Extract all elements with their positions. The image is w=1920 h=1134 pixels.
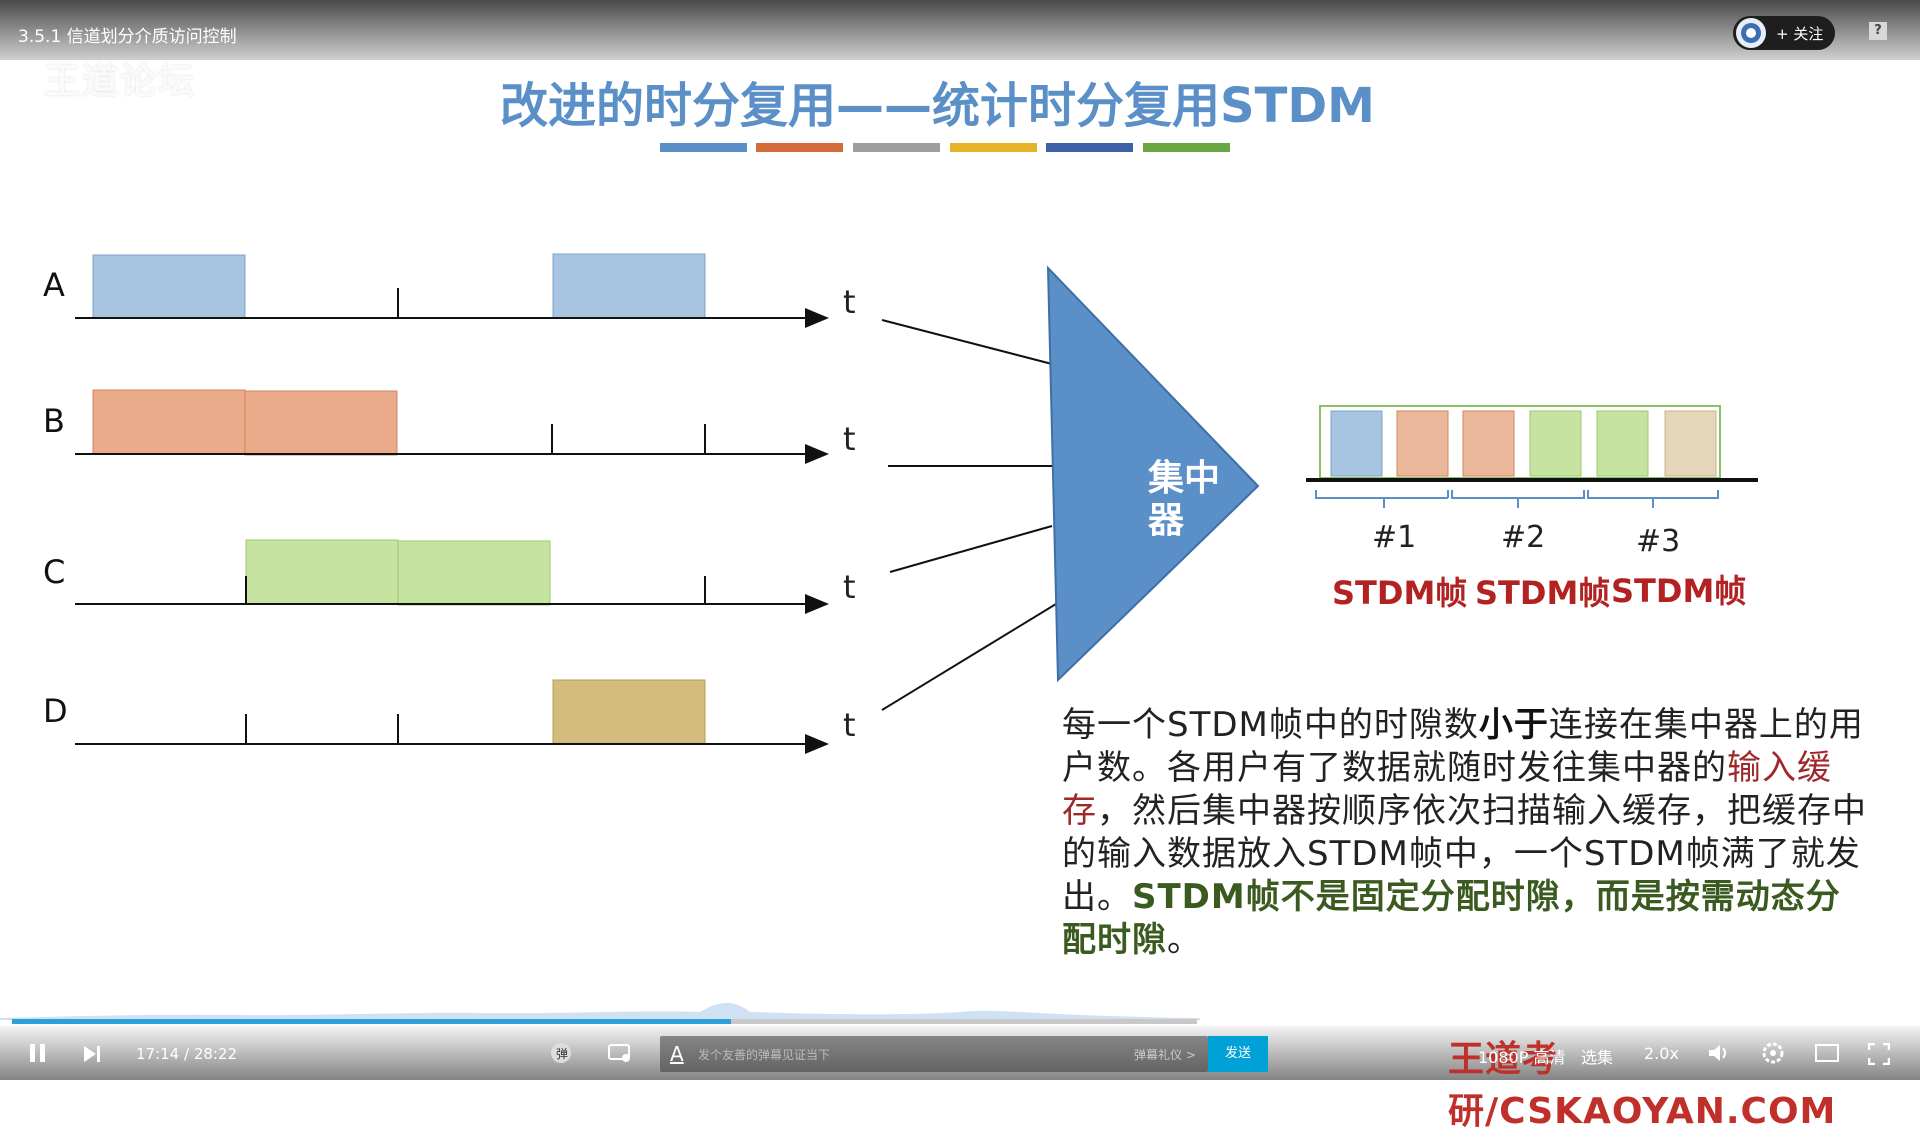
channel-label-a: A <box>43 266 65 304</box>
frame-slot-a <box>1330 410 1383 477</box>
time-separator: / <box>184 1045 194 1063</box>
concentrator-label: 集中 器 <box>1148 458 1228 542</box>
input-line-c <box>889 525 1053 573</box>
stdm-frame-label-1: STDM帧 <box>1332 574 1468 612</box>
slot-label-1: #1 <box>1372 520 1417 555</box>
stdm-frame-label-3: STDM帧 <box>1611 572 1747 610</box>
progress-bar[interactable] <box>12 1019 1197 1024</box>
progress-fill <box>12 1019 732 1024</box>
heat-waveform <box>0 1003 1200 1020</box>
channel-b-block-2 <box>244 390 398 456</box>
brace-2 <box>1451 490 1585 508</box>
input-line-d <box>881 603 1057 711</box>
time-axis-label-b: t <box>843 420 856 458</box>
time-current: 17:14 <box>136 1045 180 1063</box>
channel-a-block-2 <box>552 253 706 319</box>
channel-label-d: D <box>43 692 68 730</box>
channel-c-block-1 <box>245 539 399 605</box>
widescreen-icon[interactable] <box>1815 1043 1839 1067</box>
desc-part-less-than: 小于 <box>1478 705 1549 745</box>
description-paragraph: 每一个STDM帧中的时隙数小于连接在集中器上的用户数。各用户有了数据就随时发往集… <box>1062 704 1870 962</box>
danmaku-toggle-icon[interactable]: 弹 <box>550 1042 572 1068</box>
danmaku-settings-icon[interactable] <box>608 1043 632 1067</box>
frame-slot-d <box>1664 410 1717 477</box>
frame-slot-c1 <box>1529 410 1582 477</box>
channel-a-block-1 <box>92 254 246 319</box>
pause-icon[interactable] <box>28 1043 48 1067</box>
brace-3 <box>1587 490 1719 508</box>
time-axis-label-d: t <box>843 706 856 744</box>
slot-label-2: #2 <box>1501 520 1546 555</box>
brace-1 <box>1315 490 1449 508</box>
time-axis-label-a: t <box>843 283 856 321</box>
fullscreen-icon[interactable] <box>1867 1042 1891 1069</box>
slot-label-3: #3 <box>1636 524 1681 559</box>
channel-label-b: B <box>43 402 65 440</box>
frame-slot-b2 <box>1462 410 1515 477</box>
frame-slot-c2 <box>1596 410 1649 477</box>
frame-slot-b1 <box>1396 410 1449 477</box>
danmaku-input[interactable] <box>696 1042 1060 1068</box>
volume-icon[interactable] <box>1707 1043 1729 1067</box>
next-icon[interactable] <box>82 1045 102 1067</box>
input-line-a <box>881 319 1053 365</box>
channel-c-block-2 <box>397 540 551 606</box>
channel-label-c: C <box>43 553 66 591</box>
danmaku-etiquette-link[interactable]: 弹幕礼仪 > <box>1134 1046 1196 1063</box>
channel-b-block-1 <box>92 389 246 455</box>
time-axis-label-c: t <box>843 568 856 606</box>
desc-part-1: 每一个STDM帧中的时隙数 <box>1062 705 1479 745</box>
send-button[interactable]: 发送 <box>1208 1036 1268 1072</box>
danmaku-input-box: A 弹幕礼仪 > <box>660 1036 1208 1072</box>
danmaku-style-icon[interactable]: A <box>670 1042 684 1066</box>
speed-button[interactable]: 2.0x <box>1644 1044 1679 1063</box>
quality-button[interactable]: 1080P 高清 <box>1478 1044 1565 1068</box>
channel-d-block-1 <box>552 679 706 745</box>
time-total: 28:22 <box>193 1045 238 1063</box>
settings-icon[interactable] <box>1762 1042 1784 1068</box>
desc-part-7: 。 <box>1167 920 1202 960</box>
concentrator-label-line1: 集中 <box>1148 458 1221 499</box>
episodes-button[interactable]: 选集 <box>1581 1044 1613 1068</box>
stdm-frame-label-2: STDM帧 <box>1475 574 1611 612</box>
svg-text:弹: 弹 <box>556 1047 568 1061</box>
concentrator-label-line2: 器 <box>1148 500 1185 541</box>
time-display: 17:14 / 28:22 <box>136 1045 237 1063</box>
